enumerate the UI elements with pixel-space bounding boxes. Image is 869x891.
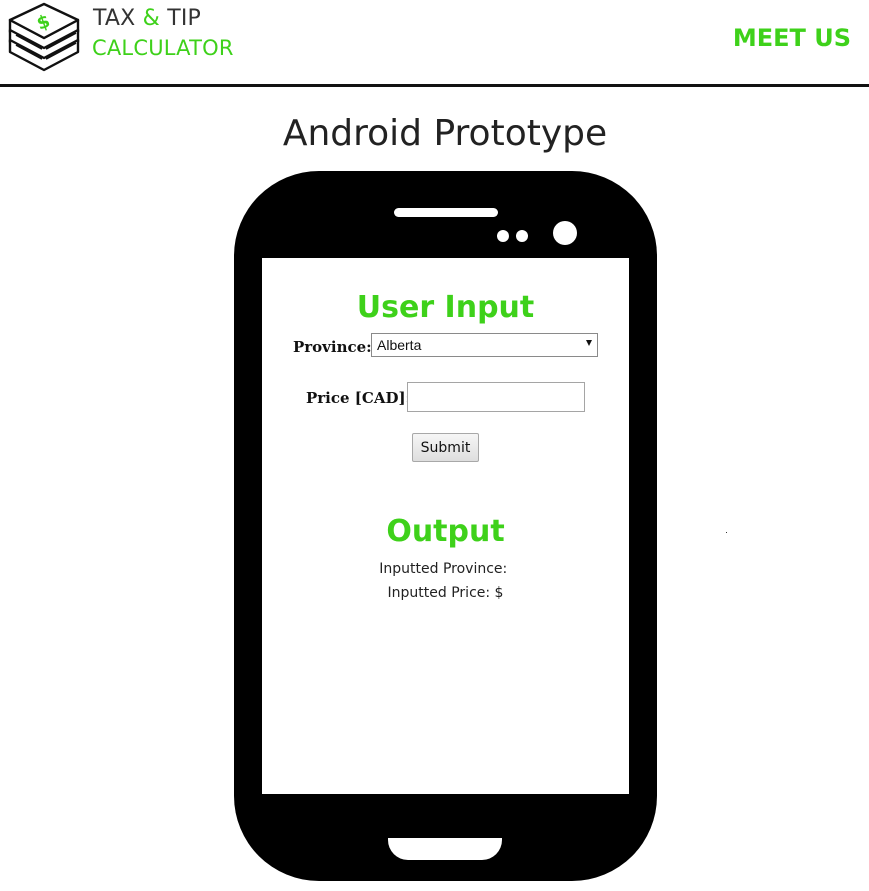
phone-home-button [388,838,502,860]
price-input[interactable] [407,382,585,412]
submit-button[interactable]: Submit [412,433,479,462]
logo-tax: TAX [93,6,143,31]
logo-tip: TIP [160,6,202,31]
province-select[interactable]: Alberta [371,333,598,357]
inputted-province-text: Inputted Province: [379,561,512,577]
province-label: Province: [293,338,372,356]
meet-us-link[interactable]: MEET US [733,24,851,52]
site-header: $ TAX & TIP CALCULATOR MEET US [0,0,869,87]
page-title: Android Prototype [282,113,608,154]
phone-sensor-dot [516,230,528,242]
phone-sensor-dot [497,230,509,242]
logo-subtitle: CALCULATOR [92,36,234,60]
logo-title: TAX & TIP [93,6,201,31]
price-label: Price [CAD]: [306,389,412,407]
inputted-price-text: Inputted Price: $ [387,585,504,601]
phone-screen: User Input Province: Alberta Price [CAD]… [262,258,629,794]
phone-speaker [394,208,498,217]
money-stack-icon[interactable]: $ [6,2,82,72]
output-title: Output [386,514,505,549]
province-selected-value: Alberta [377,337,422,353]
logo-ampersand: & [142,6,161,31]
user-input-title: User Input [356,290,535,325]
phone-camera [553,221,577,245]
dropdown-arrow-icon [586,340,592,346]
stray-pixel [726,532,727,533]
